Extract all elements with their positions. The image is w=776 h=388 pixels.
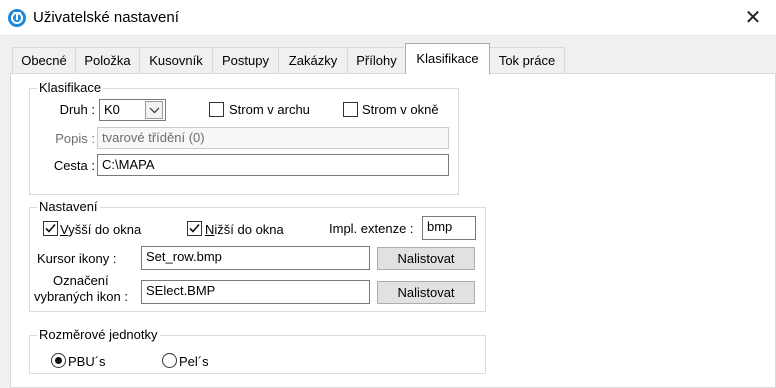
title-bar: T Uživatelské nastavení ✕ (0, 0, 776, 36)
nizsi-do-okna-label: Nižší do okna (205, 222, 284, 237)
window-title: Uživatelské nastavení (33, 9, 179, 26)
close-icon: ✕ (744, 5, 762, 29)
chevron-down-icon[interactable] (145, 101, 163, 119)
strom-v-okne-checkbox[interactable] (343, 102, 358, 117)
impl-extenze-field[interactable]: bmp (422, 216, 476, 240)
strom-v-archu-label: Strom v archu (229, 102, 310, 117)
tab-zakazky[interactable]: Zakázky (278, 47, 348, 73)
oznaceni-field[interactable]: SElect.BMP (141, 280, 370, 304)
oznaceni-label-line2: vybraných ikon : (34, 289, 128, 304)
vyssi-do-okna-label: Vyšší do okna (60, 222, 142, 237)
strom-v-archu-checkbox[interactable] (209, 102, 224, 117)
oznaceni-nalistovat-button[interactable]: Nalistovat (377, 281, 475, 304)
druh-select[interactable]: K0 (99, 99, 166, 121)
strom-v-okne-label: Strom v okně (362, 102, 439, 117)
app-logo-icon: T (8, 9, 26, 27)
druh-value: K0 (104, 102, 120, 117)
pbus-label: PBU´s (68, 354, 106, 369)
kursor-ikony-field[interactable]: Set_row.bmp (141, 246, 370, 270)
tab-obecne[interactable]: Obecné (12, 47, 76, 73)
popis-label: Popis : (55, 131, 95, 146)
pbus-radio[interactable] (51, 353, 66, 368)
nastaveni-legend: Nastavení (39, 199, 98, 214)
radio-selected-dot (55, 357, 62, 364)
nizsi-do-okna-checkbox[interactable] (187, 221, 202, 236)
impl-extenze-label: Impl. extenze : (329, 221, 414, 236)
druh-label: Druh : (59, 102, 95, 117)
checkmark-icon (45, 223, 56, 233)
tab-klasifikace[interactable]: Klasifikace (405, 43, 490, 74)
klasifikace-legend: Klasifikace (39, 80, 102, 95)
kursor-nalistovat-button[interactable]: Nalistovat (377, 247, 475, 270)
pels-radio[interactable] (162, 353, 177, 368)
tab-postupy[interactable]: Postupy (212, 47, 279, 73)
oznaceni-label-line1: Označení (53, 273, 109, 288)
tab-panel-klasifikace: Klasifikace Druh : K0 Strom v archu Stro… (10, 73, 776, 388)
tab-kusovnik[interactable]: Kusovník (139, 47, 213, 73)
tab-polozka[interactable]: Položka (75, 47, 140, 73)
vyssi-do-okna-checkbox[interactable] (43, 221, 58, 236)
tab-tok-prace[interactable]: Tok práce (489, 47, 565, 73)
tab-prilohy[interactable]: Přílohy (347, 47, 406, 73)
close-button[interactable]: ✕ (730, 0, 776, 35)
cesta-field[interactable]: C:\MAPA (97, 154, 449, 176)
popis-field[interactable]: tvarové třídění (0) (97, 127, 449, 149)
cesta-label: Cesta : (53, 158, 95, 173)
rozmerove-jednotky-legend: Rozměrové jednotky (39, 327, 158, 342)
kursor-ikony-label: Kursor ikony : (37, 251, 117, 266)
pels-label: Pel´s (179, 354, 209, 369)
checkmark-icon (189, 223, 200, 233)
